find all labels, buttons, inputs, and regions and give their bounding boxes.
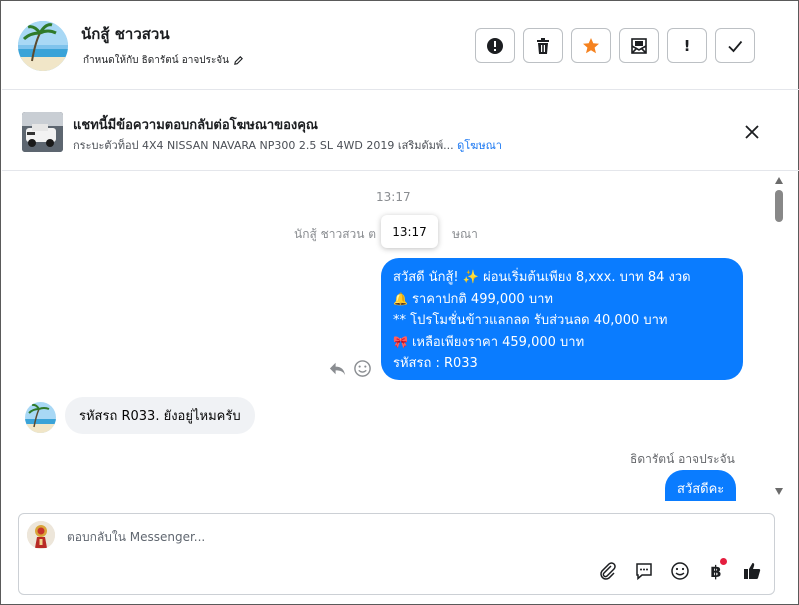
alert-circle-icon: [487, 37, 503, 54]
message-line: สวัสดี นักสู้! ✨ ผ่อนเริ่มต้นเพียง 8,xxx…: [393, 267, 731, 289]
scroll-thumb[interactable]: [775, 190, 783, 222]
delete-button[interactable]: [523, 28, 563, 63]
message-line-text: ราคาปกติ 499,000 บาท: [411, 291, 553, 307]
saved-reply-icon: [636, 563, 652, 581]
system-notice-left: นักสู้ ชาวสวน ต: [294, 227, 377, 241]
check-icon: [728, 40, 743, 52]
close-icon: [745, 125, 759, 139]
reply-icon[interactable]: [328, 359, 347, 378]
outgoing-message-bubble[interactable]: สวัสดีคะ: [665, 470, 737, 501]
ad-banner-subtitle: กระบะตัวท็อป 4X4 NISSAN NAVARA NP300 2.5…: [73, 136, 502, 154]
message-composer: ฿: [18, 513, 775, 595]
paperclip-icon: [600, 562, 616, 580]
bell-icon: 🔔: [393, 291, 408, 306]
reply-input[interactable]: [67, 527, 667, 547]
star-button[interactable]: [571, 28, 611, 63]
sender-name: ธิดารัตน์ อาจประจัน: [630, 452, 735, 466]
payment-button[interactable]: ฿: [704, 558, 728, 583]
message-line-text: รหัสรถ : R033: [393, 356, 478, 371]
messenger-window: นักสู้ ชาวสวน กำหนดให้กับ ธิดารัตน์ อาจป…: [0, 0, 799, 605]
close-banner-button[interactable]: [741, 121, 763, 143]
message-line: รหัสรถ : R033: [393, 353, 731, 375]
message-line: ** โปรโมชั่นข้าวแลกลด รับส่วนลด 40,000 บ…: [393, 310, 731, 332]
like-button[interactable]: [740, 559, 764, 583]
star-icon: [583, 37, 599, 53]
notification-dot: [720, 558, 727, 565]
scroll-down-arrow[interactable]: [775, 488, 783, 495]
attach-button[interactable]: [596, 559, 620, 583]
mark-unread-button[interactable]: [619, 28, 659, 63]
ad-description: กระบะตัวท็อป 4X4 NISSAN NAVARA NP300 2.5…: [73, 139, 454, 152]
thumbs-up-icon: [744, 563, 761, 579]
view-ad-link[interactable]: ดูโฆษณา: [457, 139, 502, 152]
incoming-message-bubble[interactable]: รหัสรถ R033. ยังอยู่ไหมครับ: [65, 397, 255, 434]
contact-avatar[interactable]: [18, 21, 68, 71]
system-notice-right: ษณา: [452, 227, 478, 241]
ad-reply-banner: แชทนี้มีข้อความตอบกลับต่อโฆษณาของคุณ กระ…: [2, 91, 799, 171]
baht-icon: ฿: [710, 561, 722, 581]
saved-replies-button[interactable]: [632, 559, 656, 583]
ad-thumbnail[interactable]: [22, 112, 63, 152]
message-actions: [328, 359, 372, 378]
emoji-icon: [671, 562, 689, 580]
react-emoji-icon[interactable]: [353, 359, 372, 378]
outgoing-message-bubble[interactable]: สวัสดี นักสู้! ✨ ผ่อนเริ่มต้นเพียง 8,xxx…: [381, 258, 743, 380]
trash-icon: [537, 37, 549, 54]
page-avatar: [27, 521, 55, 549]
contact-name[interactable]: นักสู้ ชาวสวน: [81, 22, 170, 46]
exclamation-icon: !: [683, 36, 691, 55]
conversation-header: นักสู้ ชาวสวน กำหนดให้กับ ธิดารัตน์ อาจป…: [2, 2, 799, 90]
message-line-text: เหลือเพียงราคา 459,000 บาท: [411, 334, 585, 350]
message-thread[interactable]: 13:17 นักสู้ ชาวสวน ต ษณา 13:17 สวัสดี นั…: [2, 172, 799, 501]
scroll-up-arrow[interactable]: [775, 177, 783, 184]
message-line-text: ** โปรโมชั่นข้าวแลกลด รับส่วนลด 40,000 บ…: [393, 313, 668, 328]
assignee-row[interactable]: กำหนดให้กับ ธิดารัตน์ อาจประจัน: [83, 53, 244, 68]
done-button[interactable]: [715, 28, 755, 63]
message-line-text: สวัสดี นักสู้! ✨ ผ่อนเริ่มต้นเพียง 8,xxx…: [393, 270, 691, 285]
message-line: 🎀 เหลือเพียงราคา 459,000 บาท: [393, 332, 731, 354]
alert-circle-button[interactable]: [475, 28, 515, 63]
time-tooltip: 13:17: [381, 215, 438, 248]
ribbon-icon: 🎀: [393, 334, 408, 349]
ad-banner-title: แชทนี้มีข้อความตอบกลับต่อโฆษณาของคุณ: [73, 118, 318, 133]
message-timestamp: 13:17: [376, 190, 411, 204]
follow-up-button[interactable]: !: [667, 28, 707, 63]
chat-scrollbar[interactable]: [772, 177, 786, 499]
message-line: 🔔 ราคาปกติ 499,000 บาท: [393, 289, 731, 311]
emoji-button[interactable]: [668, 559, 692, 583]
pencil-icon[interactable]: [233, 55, 244, 66]
assignee-text: กำหนดให้กับ ธิดารัตน์ อาจประจัน: [83, 55, 230, 66]
contact-avatar-small[interactable]: [25, 402, 56, 433]
envelope-icon: [631, 37, 647, 54]
